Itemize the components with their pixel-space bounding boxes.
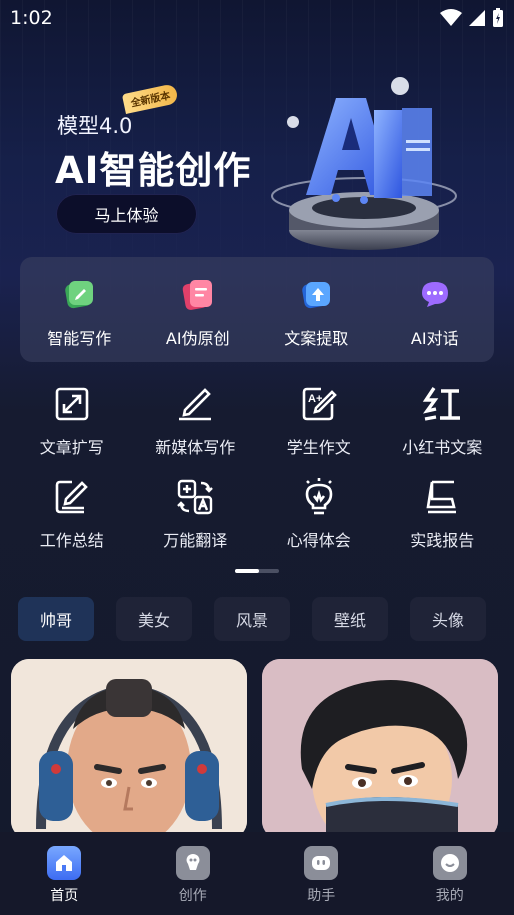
profile-icon [432,846,467,880]
image-gallery [11,659,503,839]
feature-ai-chat[interactable]: AI对话 [376,257,495,362]
green-pen-icon [65,281,94,309]
create-icon [175,846,210,880]
try-now-button[interactable]: 马上体验 [56,194,197,234]
feature-card: 智能写作 AI伪原创 文案提取 AI对话 [20,257,494,362]
masked-guy-avatar [262,659,498,839]
tool-label: 学生作文 [286,438,351,457]
blue-upload-icon [302,282,331,309]
nav-assistant[interactable]: 助手 [257,832,386,915]
nav-label: 我的 [435,888,464,904]
pen-writing-icon [179,388,212,421]
feature-label: 智能写作 [47,329,112,348]
tool-label: 心得体会 [286,531,351,550]
nav-label: 助手 [307,888,336,904]
nav-label: 创作 [178,888,207,904]
model-version-label: 模型4.0 [57,114,133,138]
status-time: 1:02 [10,7,53,29]
tool-practice-report[interactable]: 实践报告 [381,477,505,570]
translate-icon [177,479,214,515]
tool-article-expand[interactable]: 文章扩写 [10,384,134,477]
tool-label: 文章扩写 [39,438,104,457]
essay-edit-icon: A+ [302,387,337,421]
lightbulb-icon [305,478,333,515]
assistant-icon [304,846,339,880]
feature-label: AI对话 [410,329,459,348]
bottom-navigation: 首页 创作 助手 我的 [0,832,514,915]
tool-student-essay[interactable]: A+ 学生作文 [257,384,381,477]
tool-reflection[interactable]: 心得体会 [257,477,381,570]
page-indicator-thumb [235,569,259,573]
tool-work-summary[interactable]: 工作总结 [10,477,134,570]
report-icon [426,480,457,514]
category-tab-wallpaper[interactable]: 壁纸 [312,597,388,641]
status-icons [440,8,504,28]
wifi-icon [440,9,462,26]
nav-create[interactable]: 创作 [129,832,258,915]
home-icon [47,846,82,880]
category-tab-beauty[interactable]: 美女 [116,597,192,641]
tool-xiaohongshu[interactable]: 小红书文案 [381,384,505,477]
nav-profile[interactable]: 我的 [386,832,514,915]
category-tab-handsome[interactable]: 帅哥 [18,597,94,641]
feature-text-extract[interactable]: 文案提取 [257,257,376,362]
new-version-badge: 全新版本 [121,83,179,114]
headphone-guy-avatar [11,659,247,839]
nav-label: 首页 [50,888,79,904]
signal-icon [469,10,485,26]
hero-title: AI智能创作 [55,149,252,192]
page-indicator [235,569,279,573]
battery-icon [493,8,503,27]
tool-translate[interactable]: 万能翻译 [134,477,258,570]
category-tab-avatar[interactable]: 头像 [410,597,486,641]
tool-label: 实践报告 [410,531,475,550]
feature-smart-writing[interactable]: 智能写作 [20,257,139,362]
feature-label: AI伪原创 [165,329,230,348]
tool-label: 万能翻译 [163,531,228,550]
gallery-card[interactable] [11,659,247,839]
category-tab-scenery[interactable]: 风景 [214,597,290,641]
category-tabs: 帅哥 美女 风景 壁纸 头像 [18,597,514,641]
status-bar: 1:02 [0,0,514,36]
svg-text:A+: A+ [308,393,322,405]
summary-edit-icon [55,480,88,514]
purple-chat-icon [421,282,448,307]
feature-label: 文案提取 [284,329,349,348]
gallery-card[interactable] [262,659,498,839]
tool-label: 工作总结 [39,531,104,550]
pink-doc-icon [182,280,212,310]
tools-grid: 文章扩写 新媒体写作 A+ 学生作文 小红书文案 工作总结 万能翻译 心得体会 … [10,384,504,570]
tool-new-media[interactable]: 新媒体写作 [134,384,258,477]
tool-label: 小红书文案 [402,438,483,457]
tool-label: 新媒体写作 [155,438,236,457]
hero-banner[interactable]: 模型4.0 全新版本 AI智能创作 马上体验 [0,40,514,250]
feature-ai-rewrite[interactable]: AI伪原创 [139,257,258,362]
ai-3d-illustration [271,77,457,250]
hong-character-icon [423,387,461,421]
nav-home[interactable]: 首页 [0,832,129,915]
expand-icon [55,387,89,421]
